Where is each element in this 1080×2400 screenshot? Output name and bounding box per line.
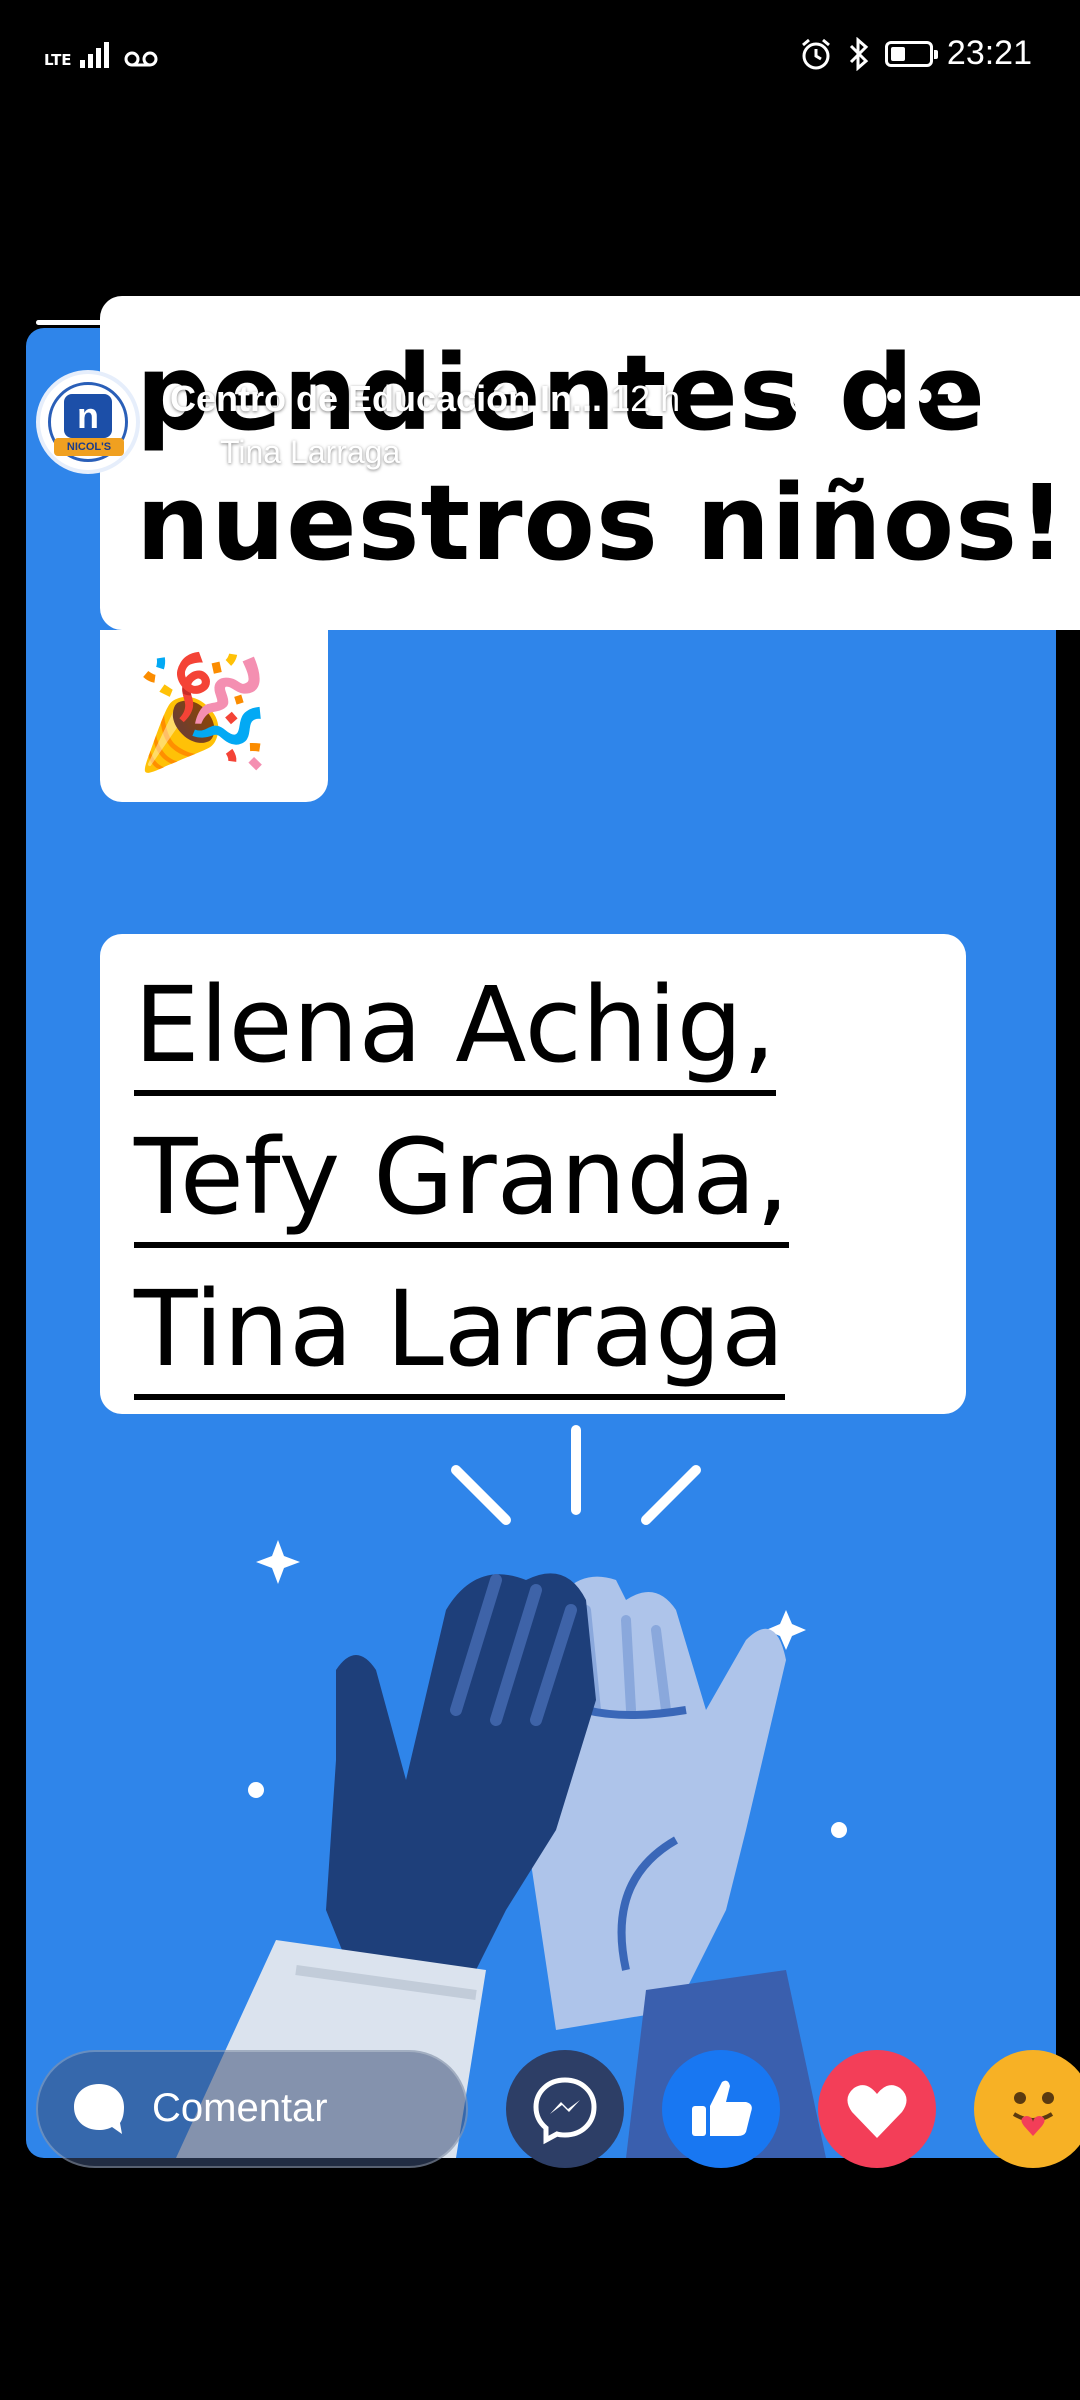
comment-label: Comentar: [152, 2086, 328, 2130]
story-progress-bar: [36, 320, 1041, 325]
party-popper-icon: 🎉: [134, 648, 271, 776]
care-reaction-button[interactable]: [974, 2050, 1080, 2168]
signal-icon: [80, 38, 109, 68]
comment-button[interactable]: Comentar: [36, 2050, 468, 2168]
clock: 23:21: [946, 34, 1032, 72]
like-icon: [692, 2080, 752, 2136]
status-bar: LTE 23:21: [0, 0, 1080, 115]
time-ago: 12 h: [610, 378, 681, 419]
avatar-brand: NICOL'S: [54, 438, 124, 456]
poster-row[interactable]: Tina Larraga: [170, 434, 400, 471]
logo-icon: n: [64, 394, 112, 438]
bluetooth-icon: [849, 36, 869, 71]
name-text: Tefy Granda,: [134, 1116, 790, 1248]
names-box: Elena Achig, Tefy Granda, Tina Larraga: [100, 934, 966, 1414]
name-line: Tina Larraga: [134, 1268, 785, 1400]
network-type-label: LTE: [44, 51, 72, 69]
name-line: Elena Achig,: [134, 964, 776, 1096]
story-progress-fill: [36, 320, 770, 325]
page-name[interactable]: Centro de Educación In... 12 h: [170, 378, 680, 420]
avatar[interactable]: n NICOL'S: [36, 370, 140, 474]
status-right: 23:21: [799, 34, 1032, 73]
voicemail-icon: [124, 51, 158, 67]
name-text: Elena Achig,: [134, 964, 776, 1096]
status-left: LTE: [44, 38, 159, 68]
like-reaction-button[interactable]: [662, 2050, 780, 2168]
more-options-button[interactable]: •••: [880, 374, 971, 422]
alarm-icon: [801, 38, 830, 69]
name-line: Tefy Granda,: [134, 1116, 790, 1248]
messenger-button[interactable]: [506, 2050, 624, 2168]
love-icon: [847, 2085, 907, 2138]
battery-icon: [884, 40, 938, 67]
love-reaction-button[interactable]: [818, 2050, 936, 2168]
poster-name: Tina Larraga: [220, 434, 401, 470]
globe-icon: [790, 382, 824, 416]
story-text-line: nuestros niños!: [136, 462, 1067, 584]
name-text: Tina Larraga: [134, 1268, 785, 1400]
page-name-text: Centro de Educación In...: [170, 378, 603, 419]
party-emoji-box: 🎉: [100, 630, 328, 802]
people-icon: [170, 440, 208, 467]
messenger-icon: [533, 2077, 597, 2145]
care-icon: [1012, 2092, 1054, 2136]
comment-bubble-icon: [74, 2084, 124, 2134]
close-icon[interactable]: [1012, 396, 1066, 450]
story-action-bar: Comentar: [0, 2046, 1080, 2172]
